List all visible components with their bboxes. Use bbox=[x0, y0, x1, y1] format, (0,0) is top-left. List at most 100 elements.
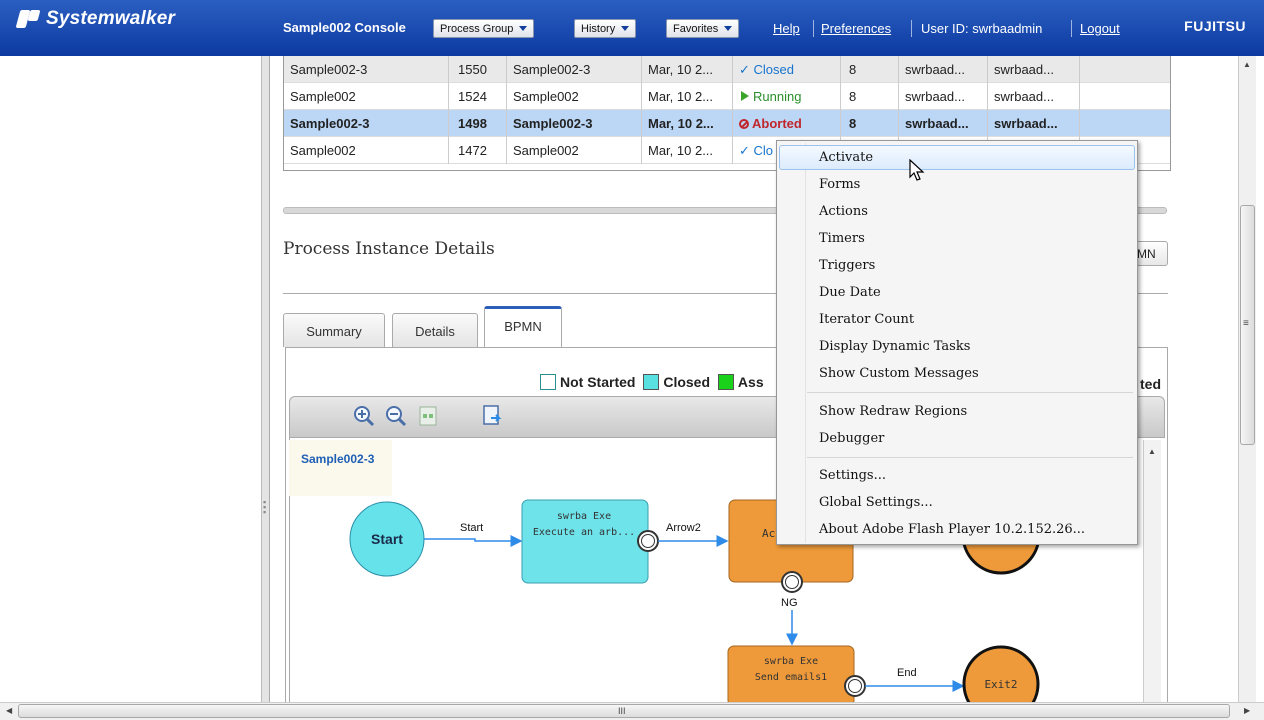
help-link[interactable]: Help bbox=[773, 21, 800, 36]
cell-date: Mar, 10 2... bbox=[648, 89, 714, 104]
header-divider bbox=[813, 20, 814, 37]
start-event-label: Start bbox=[371, 531, 403, 547]
menu-item-debugger[interactable]: Debugger bbox=[779, 426, 1135, 451]
zoom-out-icon[interactable] bbox=[384, 404, 408, 428]
brand: Systemwalker bbox=[18, 8, 175, 30]
chevron-down-icon bbox=[519, 26, 528, 31]
status-text: Aborted bbox=[752, 116, 802, 131]
cell-name: Sample002 bbox=[290, 143, 356, 158]
edge-label: Start bbox=[460, 522, 483, 534]
cell-priority: 8 bbox=[849, 62, 857, 77]
legend-label: Closed bbox=[663, 374, 711, 390]
edge-label: NG bbox=[781, 597, 798, 609]
cell-id: 1498 bbox=[458, 116, 487, 131]
end-event-label: Exit2 bbox=[984, 678, 1017, 691]
process-group-label: Process Group bbox=[440, 22, 514, 35]
zoom-in-icon[interactable] bbox=[352, 404, 376, 428]
table-row[interactable]: Sample002-3 1550 Sample002-3 Mar, 10 2..… bbox=[284, 56, 1170, 83]
console-title: Sample002 Console bbox=[283, 20, 406, 35]
process-group-menu[interactable]: Process Group bbox=[433, 19, 535, 38]
brand-name: Systemwalker bbox=[46, 8, 176, 29]
menu-item-iterator-count[interactable]: Iterator Count bbox=[779, 307, 1135, 332]
mouse-cursor-icon bbox=[909, 159, 925, 181]
column-divider bbox=[732, 56, 733, 164]
cell-priority: 8 bbox=[849, 116, 857, 131]
header-divider bbox=[911, 20, 912, 37]
cell-status: ✓ Closed bbox=[739, 62, 794, 78]
fit-to-window-icon[interactable] bbox=[416, 404, 440, 428]
column-divider bbox=[448, 56, 449, 164]
status-text: Clo bbox=[753, 143, 774, 158]
menu-item-about-flash-player[interactable]: About Adobe Flash Player 10.2.152.26... bbox=[779, 517, 1135, 542]
cell-initiator: swrbaad... bbox=[994, 116, 1058, 131]
diagram-vertical-scrollbar[interactable] bbox=[1143, 440, 1161, 702]
cell-process-definition: Sample002-3 bbox=[513, 62, 591, 77]
tab-details[interactable]: Details bbox=[392, 313, 478, 347]
scroll-left-icon[interactable]: ◀ bbox=[6, 706, 12, 715]
menu-item-display-dynamic-tasks[interactable]: Display Dynamic Tasks bbox=[779, 334, 1135, 359]
pane-splitter[interactable] bbox=[262, 56, 270, 702]
menu-item-timers[interactable]: Timers bbox=[779, 226, 1135, 251]
scroll-up-icon[interactable]: ▲ bbox=[1243, 60, 1251, 69]
check-icon: ✓ bbox=[739, 62, 750, 77]
header-divider bbox=[1071, 20, 1072, 37]
cell-process-definition: Sample002 bbox=[513, 143, 579, 158]
cell-owner: swrbaad... bbox=[905, 89, 965, 104]
table-row[interactable]: Sample002 1524 Sample002 Mar, 10 2... Ru… bbox=[284, 83, 1170, 110]
cell-id: 1550 bbox=[458, 62, 487, 77]
context-menu: Activate Forms Actions Timers Triggers D… bbox=[776, 140, 1138, 545]
aborted-icon bbox=[739, 119, 749, 129]
task-name: Ac bbox=[762, 527, 775, 540]
left-pane bbox=[0, 56, 262, 702]
user-id: User ID: swrbaadmin bbox=[921, 21, 1043, 36]
cell-date: Mar, 10 2... bbox=[648, 143, 714, 158]
legend-label: Ass bbox=[737, 374, 764, 390]
status-text: Closed bbox=[753, 62, 794, 77]
legend-swatch-assigned bbox=[717, 374, 734, 390]
systemwalker-logo-icon bbox=[18, 10, 40, 28]
favorites-menu[interactable]: Favorites bbox=[666, 19, 740, 38]
legend-label: Not Started bbox=[560, 374, 636, 390]
play-icon bbox=[741, 91, 749, 101]
task-type: swrba Exe bbox=[557, 511, 611, 522]
legend-label: ted bbox=[1140, 376, 1161, 392]
task-name: Execute an arb... bbox=[533, 527, 635, 538]
end-event-exit2[interactable] bbox=[962, 645, 1040, 702]
menu-item-show-custom-messages[interactable]: Show Custom Messages bbox=[779, 361, 1135, 386]
menu-item-global-settings[interactable]: Global Settings... bbox=[779, 490, 1135, 515]
menu-item-settings[interactable]: Settings... bbox=[779, 463, 1135, 488]
cell-date: Mar, 10 2... bbox=[648, 62, 714, 77]
menu-item-show-redraw-regions[interactable]: Show Redraw Regions bbox=[779, 399, 1135, 424]
cell-initiator: swrbaad... bbox=[994, 89, 1054, 104]
preferences-link[interactable]: Preferences bbox=[821, 21, 891, 36]
section-title: Process Instance Details bbox=[283, 239, 495, 259]
menu-item-actions[interactable]: Actions bbox=[779, 199, 1135, 224]
menu-item-activate[interactable]: Activate bbox=[779, 145, 1135, 170]
check-icon: ✓ bbox=[739, 143, 750, 158]
logout-link[interactable]: Logout bbox=[1080, 21, 1120, 36]
cell-initiator: swrbaad... bbox=[994, 62, 1054, 77]
edge-start[interactable] bbox=[424, 535, 523, 547]
menu-item-triggers[interactable]: Triggers bbox=[779, 253, 1135, 278]
cell-name: Sample002 bbox=[290, 89, 356, 104]
scroll-right-icon[interactable]: ▶ bbox=[1244, 706, 1250, 715]
export-icon[interactable] bbox=[481, 404, 505, 428]
column-divider bbox=[506, 56, 507, 164]
splitter-grip-icon[interactable]: ▪ ▪ ▪ bbox=[263, 498, 266, 517]
cell-process-definition: Sample002-3 bbox=[513, 116, 593, 131]
history-menu[interactable]: History bbox=[574, 19, 637, 38]
cell-status: Aborted bbox=[739, 116, 802, 131]
menu-item-forms[interactable]: Forms bbox=[779, 172, 1135, 197]
scroll-up-icon[interactable]: ▲ bbox=[1148, 447, 1156, 456]
chevron-down-icon bbox=[621, 26, 630, 31]
chevron-down-icon bbox=[724, 26, 733, 31]
column-divider bbox=[641, 56, 642, 164]
scroll-grip-icon: III bbox=[618, 706, 626, 716]
status-text: Running bbox=[753, 89, 802, 104]
tab-summary[interactable]: Summary bbox=[283, 313, 385, 347]
table-row-selected[interactable]: Sample002-3 1498 Sample002-3 Mar, 10 2..… bbox=[284, 110, 1170, 137]
cell-process-definition: Sample002 bbox=[513, 89, 579, 104]
tab-bpmn[interactable]: BPMN bbox=[484, 306, 562, 348]
menu-item-due-date[interactable]: Due Date bbox=[779, 280, 1135, 305]
scroll-grip-icon: ≡ bbox=[1243, 318, 1249, 329]
